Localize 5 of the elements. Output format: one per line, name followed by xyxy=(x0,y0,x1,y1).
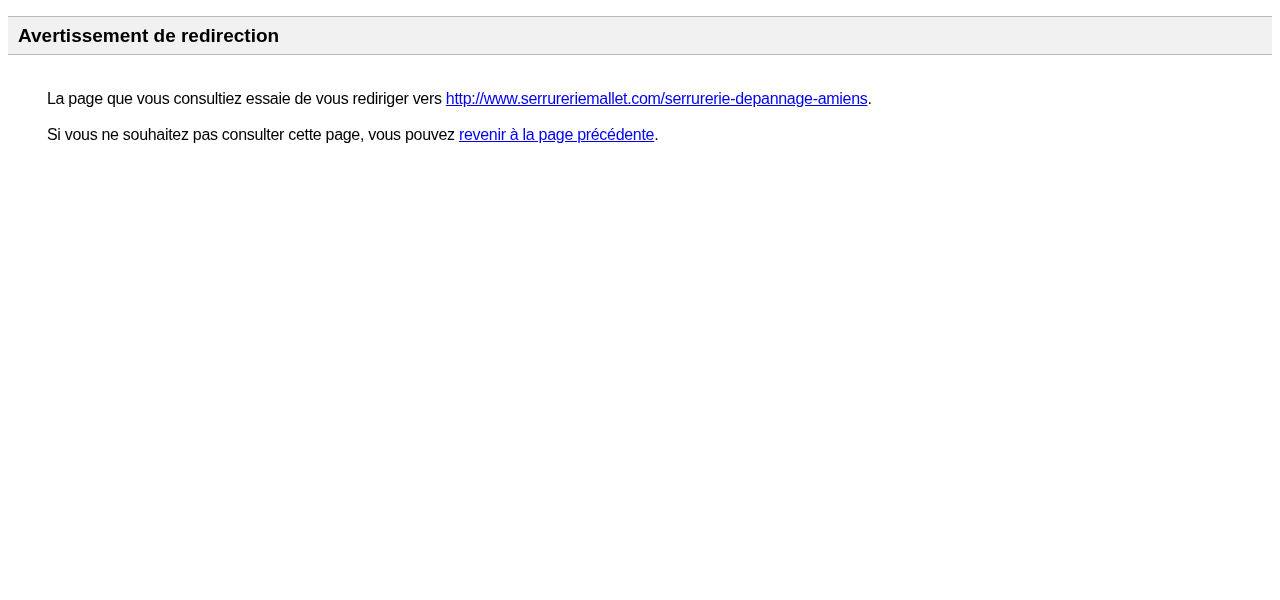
text-link[interactable]: revenir à la page précédente xyxy=(458,126,655,143)
text-link[interactable]: http://www.serrureriemallet.com/serrurerie-depannage-amiens xyxy=(445,90,868,107)
page-title: Avertissement de redirection xyxy=(8,16,1272,55)
message-text: Si vous ne souhaitez pas consulter cette page, vous pouvez revenir à la page précédente. xyxy=(47,125,660,145)
message-text: La page que vous consultiez essaie de vous rediriger vers http://www.serrureriemallet.com/serrurerie-depannage-amiens. xyxy=(47,89,873,109)
